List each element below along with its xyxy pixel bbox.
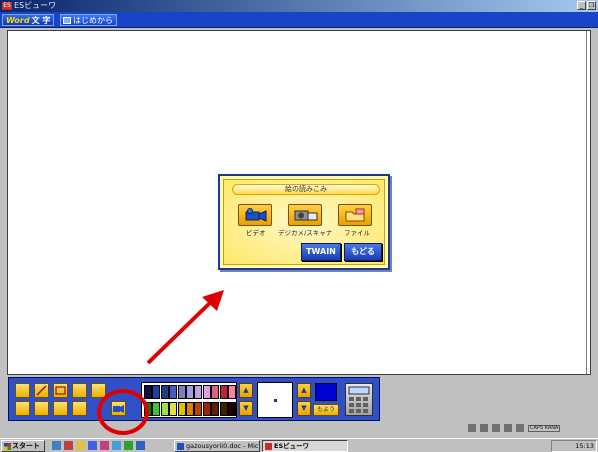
color-swatch[interactable] (219, 402, 228, 416)
windows-flag-icon (4, 443, 11, 450)
taskbar: スタート gazousyorii0.doc - Micros... ESビューワ… (0, 438, 598, 452)
eraser-tool-icon[interactable] (34, 401, 49, 416)
folder-icon (345, 208, 365, 222)
task-label: gazousyorii0.doc - Micros... (186, 442, 260, 450)
color-swatch[interactable] (169, 402, 178, 416)
color-swatch[interactable] (194, 402, 203, 416)
current-color-box[interactable] (315, 383, 337, 401)
dialog-title: 絵の読みこみ (232, 184, 380, 195)
video-label: ビデオ (246, 229, 266, 237)
task-es-viewer[interactable]: ESビューワ (262, 440, 348, 452)
color-swatch[interactable] (144, 385, 152, 399)
quicklaunch-icon-4[interactable] (88, 441, 97, 450)
system-tray: 15:13 (551, 440, 597, 452)
color-swatch[interactable] (202, 385, 211, 399)
color-swatch[interactable] (160, 385, 169, 399)
palette-up-button[interactable]: ▲ (239, 383, 253, 398)
quicklaunch-icon-2[interactable] (64, 441, 73, 450)
task-word-document[interactable]: gazousyorii0.doc - Micros... (174, 440, 260, 452)
twain-button[interactable]: TWAIN (301, 243, 341, 261)
ime-icon[interactable] (468, 424, 476, 432)
start-label: スタート (12, 442, 40, 450)
palette-down-button[interactable]: ▼ (239, 401, 253, 416)
color-palette (141, 382, 237, 418)
paint-tool-icon[interactable] (15, 401, 30, 416)
quicklaunch-icon-5[interactable] (100, 441, 109, 450)
color-swatch[interactable] (228, 385, 236, 399)
help-icon[interactable] (516, 424, 524, 432)
ime-toolbar: CAPS KANA (468, 424, 561, 432)
load-picture-dialog: 絵の読みこみ ビデオ デジカメ/スキャナ ファイル TWAIN もどる (218, 174, 390, 270)
dialog-body: 絵の読みこみ ビデオ デジカメ/スキャナ ファイル TWAIN もどる (223, 179, 385, 265)
menu-bar: Word 文 字 はじめから (0, 12, 598, 28)
size-down-button[interactable]: ▼ (297, 401, 311, 416)
red-circle-annotation (97, 389, 149, 435)
dictionary-icon[interactable] (492, 424, 500, 432)
color-swatch[interactable] (202, 402, 211, 416)
color-swatch[interactable] (186, 402, 194, 416)
moji-label: 文 字 (31, 16, 51, 25)
color-swatch[interactable] (211, 385, 220, 399)
task-label: ESビューワ (274, 442, 310, 450)
scrollbar[interactable] (586, 31, 590, 374)
es-viewer-icon (265, 443, 272, 450)
drawing-toolbar: ▲ ▼ ▲ ▼ もよう (8, 377, 380, 421)
color-swatch[interactable] (152, 385, 161, 399)
word-label: Word (6, 16, 30, 25)
pattern-button[interactable]: もよう (313, 404, 339, 416)
window-title: ESビューワ (14, 1, 57, 10)
line-tool-icon[interactable] (34, 383, 49, 398)
fill-tool-icon[interactable] (53, 401, 68, 416)
title-bar: ES ESビューワ _ ❐ (0, 0, 598, 12)
color-swatch[interactable] (211, 402, 220, 416)
home-icon (63, 17, 71, 24)
color-swatch[interactable] (194, 385, 203, 399)
brush-size-preview[interactable] (257, 382, 293, 418)
digital-camera-scanner-icon (294, 210, 318, 221)
window-controls: _ ❐ (577, 1, 596, 10)
rectangle-tool-icon[interactable] (53, 383, 68, 398)
minimize-button[interactable]: _ (577, 1, 586, 10)
color-swatch[interactable] (177, 385, 186, 399)
video-camera-icon (245, 208, 267, 222)
restart-label: はじめから (73, 16, 113, 25)
quicklaunch-icon-3[interactable] (76, 441, 85, 450)
file-label: ファイル (344, 229, 370, 237)
clock: 15:13 (575, 442, 594, 450)
video-button[interactable] (238, 204, 272, 226)
color-swatch[interactable] (219, 385, 228, 399)
brush-tool-icon[interactable] (15, 383, 30, 398)
color-swatch[interactable] (152, 402, 161, 416)
start-button[interactable]: スタート (1, 440, 45, 452)
quicklaunch-icon-7[interactable] (124, 441, 133, 450)
brush-dot (274, 399, 277, 402)
caps-kana-indicator: CAPS KANA (528, 424, 561, 432)
camera-scanner-button[interactable] (288, 204, 322, 226)
color-swatch[interactable] (169, 385, 178, 399)
restore-button[interactable]: ❐ (587, 1, 596, 10)
desktop-quicklaunch-icon[interactable] (52, 441, 61, 450)
desktop: ES ESビューワ _ ❐ Word 文 字 はじめから 絵の読みこみ ビデオ … (0, 0, 598, 452)
file-button[interactable] (338, 204, 372, 226)
word-doc-icon (177, 443, 184, 450)
camera-scanner-label: デジカメ/スキャナ (278, 229, 333, 237)
quicklaunch-icon-6[interactable] (112, 441, 121, 450)
input-mode-icon[interactable] (480, 424, 488, 432)
word-mode-button[interactable]: Word 文 字 (2, 14, 55, 26)
size-up-button[interactable]: ▲ (297, 383, 311, 398)
calculator-icon[interactable] (345, 383, 373, 416)
restart-button[interactable]: はじめから (60, 14, 117, 26)
back-button[interactable]: もどる (344, 243, 382, 261)
text-tool-icon[interactable] (72, 401, 87, 416)
ie-icon[interactable] (136, 441, 145, 450)
color-swatch[interactable] (177, 402, 186, 416)
color-swatch[interactable] (186, 385, 194, 399)
es-app-icon: ES (2, 2, 12, 10)
red-arrow-annotation (146, 290, 224, 365)
color-swatch[interactable] (228, 402, 236, 416)
tool-icon[interactable] (504, 424, 512, 432)
color-swatch[interactable] (160, 402, 169, 416)
stamp-tool-icon[interactable] (72, 383, 87, 398)
